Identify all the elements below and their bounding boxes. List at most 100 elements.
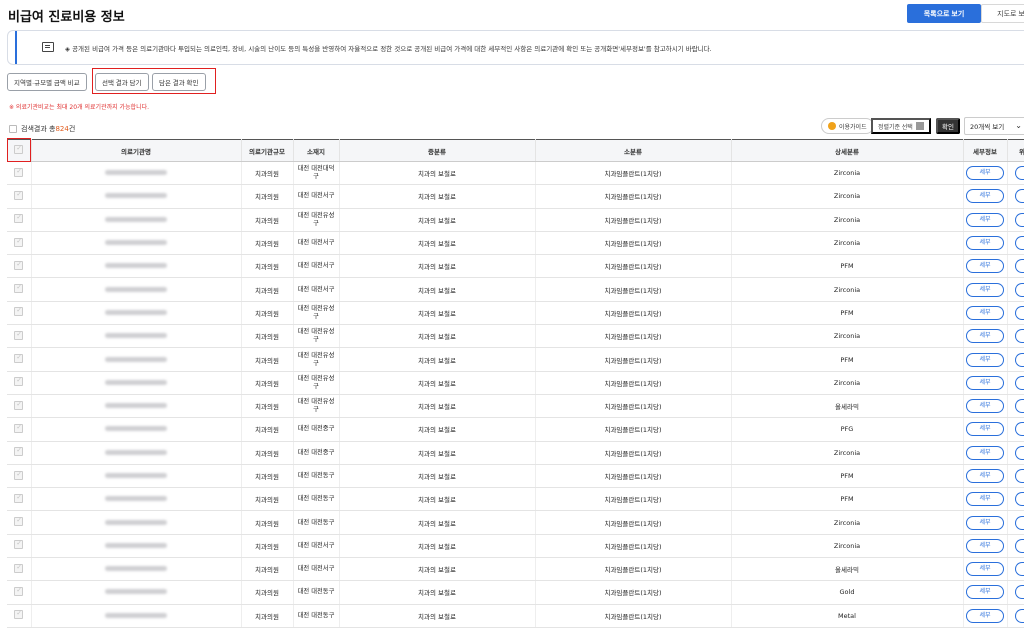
row-select-cell[interactable] bbox=[7, 347, 32, 372]
row-select-cell[interactable] bbox=[7, 394, 32, 419]
detail-button[interactable]: 세부 bbox=[966, 492, 1004, 507]
row-select-cell[interactable] bbox=[7, 231, 32, 256]
edge-button[interactable] bbox=[1015, 515, 1024, 530]
sub-category-cell: 치과임플란트(1치당) bbox=[535, 487, 732, 512]
edge-button[interactable] bbox=[1015, 469, 1024, 483]
save-selected-button[interactable]: 선택 결과 담기 bbox=[95, 73, 149, 91]
detail-button[interactable]: 세부 bbox=[966, 422, 1004, 437]
detail-button[interactable]: 세부 bbox=[966, 305, 1004, 320]
row-select-cell[interactable] bbox=[7, 184, 32, 209]
location-cell: 대전 대전서구 bbox=[293, 231, 340, 256]
row-checkbox[interactable] bbox=[14, 400, 24, 410]
row-select-cell[interactable] bbox=[7, 557, 32, 582]
list-view-button[interactable]: 목록으로 보기 bbox=[907, 4, 981, 23]
page-size-select[interactable]: 20개씩 보기 ⌄ bbox=[964, 117, 1024, 135]
detail-info-cell: 세부 bbox=[963, 441, 1008, 465]
check-saved-button[interactable]: 담은 결과 확인 bbox=[152, 73, 206, 91]
map-view-button[interactable]: 지도로 보 bbox=[981, 4, 1024, 23]
row-select-cell[interactable] bbox=[7, 580, 32, 605]
row-checkbox[interactable] bbox=[14, 306, 24, 317]
row-checkbox[interactable] bbox=[14, 563, 24, 573]
institution-name-cell bbox=[31, 371, 242, 395]
row-checkbox[interactable] bbox=[14, 516, 24, 527]
row-checkbox[interactable] bbox=[14, 213, 24, 224]
row-checkbox[interactable] bbox=[14, 330, 24, 340]
confirm-button[interactable]: 확인 bbox=[936, 118, 960, 134]
edge-button[interactable] bbox=[1015, 282, 1024, 297]
edge-button[interactable] bbox=[1015, 375, 1024, 390]
edge-button[interactable] bbox=[1015, 189, 1024, 204]
row-select-cell[interactable] bbox=[7, 487, 32, 512]
row-checkbox[interactable] bbox=[14, 260, 24, 270]
detail-info-cell: 세부 bbox=[963, 324, 1008, 349]
edge-button[interactable] bbox=[1015, 352, 1024, 367]
row-checkbox[interactable] bbox=[14, 470, 24, 480]
row-select-cell[interactable] bbox=[7, 324, 32, 349]
sort-criteria-button[interactable]: 정렬기준 선택 bbox=[871, 118, 931, 134]
row-checkbox[interactable] bbox=[14, 423, 24, 433]
row-select-cell[interactable] bbox=[7, 371, 32, 395]
table-row: 치과의원대전 대전동구치과의 보철료치과임플란트(1치당)PFM세부 bbox=[7, 464, 1024, 489]
row-checkbox[interactable] bbox=[14, 167, 24, 177]
row-select-cell[interactable] bbox=[7, 464, 32, 489]
detail-button[interactable]: 세부 bbox=[966, 399, 1004, 414]
row-checkbox[interactable] bbox=[14, 539, 24, 550]
row-select-cell[interactable] bbox=[7, 417, 32, 442]
edge-button[interactable] bbox=[1015, 305, 1024, 320]
edge-button[interactable] bbox=[1015, 236, 1024, 251]
row-checkbox[interactable] bbox=[14, 353, 24, 364]
row-checkbox[interactable] bbox=[14, 493, 24, 503]
edge-button[interactable] bbox=[1015, 259, 1024, 274]
row-select-cell[interactable] bbox=[7, 161, 32, 186]
edge-button[interactable] bbox=[1015, 166, 1024, 181]
detail-button[interactable]: 세부 bbox=[966, 375, 1004, 390]
row-select-cell[interactable] bbox=[7, 510, 32, 535]
edge-button[interactable] bbox=[1015, 399, 1024, 414]
edge-button[interactable] bbox=[1015, 422, 1024, 437]
detail-info-cell: 세부 bbox=[963, 557, 1008, 582]
row-select-cell[interactable] bbox=[7, 604, 32, 628]
row-checkbox[interactable] bbox=[14, 609, 24, 620]
edge-button[interactable] bbox=[1015, 445, 1024, 460]
detail-button[interactable]: 세부 bbox=[966, 562, 1004, 577]
row-checkbox[interactable] bbox=[14, 190, 24, 200]
edge-button[interactable] bbox=[1015, 538, 1024, 553]
usage-guide-button[interactable]: 이용가이드 bbox=[821, 118, 874, 134]
row-select-cell[interactable] bbox=[7, 254, 32, 279]
detail-button[interactable]: 세부 bbox=[966, 585, 1004, 600]
row-select-cell[interactable] bbox=[7, 441, 32, 465]
edge-button[interactable] bbox=[1015, 562, 1024, 577]
row-select-cell[interactable] bbox=[7, 277, 32, 302]
detail-button[interactable]: 세부 bbox=[966, 189, 1004, 204]
region-compare-button[interactable]: 지역별·규모별 금액 비교 bbox=[7, 73, 87, 91]
select-all-cell[interactable] bbox=[7, 139, 32, 162]
detail-button[interactable]: 세부 bbox=[966, 469, 1004, 483]
edge-button[interactable] bbox=[1015, 492, 1024, 507]
select-all-checkbox[interactable] bbox=[14, 144, 24, 154]
detail-button[interactable]: 세부 bbox=[966, 515, 1004, 530]
detail-button[interactable]: 세부 bbox=[966, 166, 1004, 181]
row-checkbox[interactable] bbox=[14, 376, 24, 387]
row-select-cell[interactable] bbox=[7, 301, 32, 326]
row-select-cell[interactable] bbox=[7, 534, 32, 559]
row-checkbox[interactable] bbox=[14, 586, 24, 596]
row-checkbox[interactable] bbox=[14, 283, 24, 294]
edge-button[interactable] bbox=[1015, 212, 1024, 227]
row-select-cell[interactable] bbox=[7, 208, 32, 232]
detail-button[interactable]: 세부 bbox=[966, 445, 1004, 460]
mid-category-cell: 치과의 보철료 bbox=[339, 324, 536, 349]
detail-button[interactable]: 세부 bbox=[966, 538, 1004, 553]
result-checkbox[interactable] bbox=[9, 125, 17, 133]
detail-button[interactable]: 세부 bbox=[966, 236, 1004, 251]
edge-button[interactable] bbox=[1015, 608, 1024, 623]
edge-button[interactable] bbox=[1015, 329, 1024, 344]
edge-button[interactable] bbox=[1015, 585, 1024, 600]
row-checkbox[interactable] bbox=[14, 446, 24, 457]
detail-button[interactable]: 세부 bbox=[966, 259, 1004, 274]
detail-button[interactable]: 세부 bbox=[966, 352, 1004, 367]
detail-button[interactable]: 세부 bbox=[966, 282, 1004, 297]
detail-button[interactable]: 세부 bbox=[966, 608, 1004, 623]
row-checkbox[interactable] bbox=[14, 237, 24, 247]
detail-button[interactable]: 세부 bbox=[966, 329, 1004, 344]
detail-button[interactable]: 세부 bbox=[966, 212, 1004, 227]
